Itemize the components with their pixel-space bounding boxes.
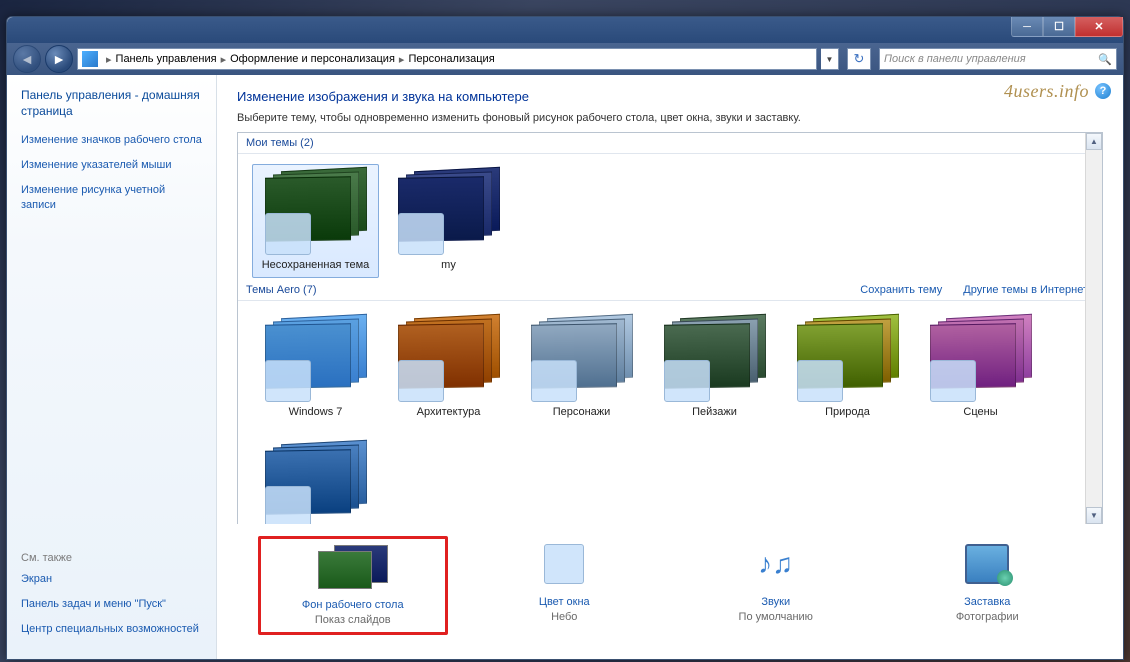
sidebar-link-desktop-icons[interactable]: Изменение значков рабочего стола <box>21 133 202 148</box>
overflow-row <box>238 427 1102 524</box>
close-button[interactable]: ✕ <box>1075 17 1123 37</box>
theme-label: Природа <box>825 406 870 418</box>
personalization-card[interactable]: Цвет окна Небо <box>469 536 659 635</box>
theme-thumbnail <box>261 442 371 524</box>
desktop-background-icon <box>318 545 388 589</box>
scrollbar[interactable]: ▲ ▼ <box>1085 133 1102 524</box>
theme-item[interactable] <box>252 437 379 524</box>
maximize-button[interactable]: ☐ <box>1043 17 1075 37</box>
card-title: Фон рабочего стола <box>302 599 404 611</box>
theme-label: Пейзажи <box>692 406 737 418</box>
my-themes-header: Мои темы (2) <box>238 133 1102 154</box>
explorer-window: ─ ☐ ✕ ◄ ► ▸ Панель управления ▸ Оформлен… <box>6 16 1124 660</box>
scroll-down-icon[interactable]: ▼ <box>1086 507 1102 524</box>
breadcrumb-leaf[interactable]: Персонализация <box>408 53 494 65</box>
back-button[interactable]: ◄ <box>13 45 41 73</box>
theme-item[interactable]: Windows 7 <box>252 311 379 425</box>
breadcrumb-root[interactable]: Панель управления <box>116 53 217 65</box>
theme-thumbnail <box>394 316 504 402</box>
watermark: 4users.info <box>1004 81 1089 102</box>
theme-thumbnail <box>926 316 1036 402</box>
help-icon[interactable]: ? <box>1095 83 1111 99</box>
screensaver-icon <box>965 544 1009 584</box>
theme-label: my <box>441 259 456 271</box>
theme-thumbnail <box>793 316 903 402</box>
aero-themes-header: Темы Aero (7) Сохранить тему Другие темы… <box>238 280 1102 301</box>
forward-button[interactable]: ► <box>45 45 73 73</box>
theme-item[interactable]: Архитектура <box>385 311 512 425</box>
sidebar-also-display[interactable]: Экран <box>21 572 202 587</box>
personalization-options: Фон рабочего стола Показ слайдов Цвет окна… <box>237 524 1103 635</box>
control-panel-icon <box>82 51 98 67</box>
theme-item[interactable]: Природа <box>784 311 911 425</box>
theme-thumbnail <box>660 316 770 402</box>
title-bar[interactable]: ─ ☐ ✕ <box>7 17 1123 43</box>
page-title: Изменение изображения и звука на компьют… <box>237 89 1103 104</box>
control-panel-home-link[interactable]: Панель управления - домашняя страница <box>21 87 202 119</box>
navigation-bar: ◄ ► ▸ Панель управления ▸ Оформление и п… <box>7 43 1123 75</box>
refresh-button[interactable]: ↻ <box>847 48 871 70</box>
personalization-card[interactable]: Заставка Фотографии <box>892 536 1082 635</box>
theme-label: Windows 7 <box>289 406 343 418</box>
theme-label: Сцены <box>963 406 997 418</box>
breadcrumb-separator: ▸ <box>106 53 112 66</box>
theme-item[interactable]: Персонажи <box>518 311 645 425</box>
aero-themes-row: Windows 7 Архитектура Персонажи Пейзажи Прир… <box>238 301 1102 427</box>
sidebar: Панель управления - домашняя страница Из… <box>7 75 217 659</box>
card-title: Заставка <box>964 596 1010 608</box>
save-theme-link[interactable]: Сохранить тему <box>860 284 942 296</box>
sounds-icon: ♪♫ <box>758 548 793 580</box>
sidebar-link-mouse-pointers[interactable]: Изменение указателей мыши <box>21 158 202 173</box>
theme-thumbnail <box>261 316 371 402</box>
minimize-button[interactable]: ─ <box>1011 17 1043 37</box>
theme-thumbnail <box>261 169 371 255</box>
personalization-card[interactable]: Фон рабочего стола Показ слайдов <box>258 536 448 635</box>
search-icon[interactable]: 🔍 <box>1098 53 1112 66</box>
card-subtitle: Показ слайдов <box>315 614 391 626</box>
theme-thumbnail <box>527 316 637 402</box>
personalization-card[interactable]: ♪♫ Звуки По умолчанию <box>681 536 871 635</box>
theme-label: Архитектура <box>417 406 481 418</box>
card-title: Звуки <box>761 596 790 608</box>
theme-label: Несохраненная тема <box>262 259 370 271</box>
breadcrumb-mid[interactable]: Оформление и персонализация <box>230 53 395 65</box>
see-also-label: См. также <box>21 552 202 564</box>
theme-thumbnail <box>394 169 504 255</box>
card-subtitle: Небо <box>551 611 577 623</box>
breadcrumb-separator: ▸ <box>221 53 227 66</box>
theme-actions: Сохранить тему Другие темы в Интернете <box>842 284 1094 296</box>
card-subtitle: По умолчанию <box>739 611 813 623</box>
theme-item[interactable]: Пейзажи <box>651 311 778 425</box>
sidebar-also-taskbar[interactable]: Панель задач и меню "Пуск" <box>21 597 202 612</box>
theme-item[interactable]: Несохраненная тема <box>252 164 379 278</box>
search-input[interactable]: Поиск в панели управления 🔍 <box>879 48 1117 70</box>
address-dropdown[interactable]: ▼ <box>821 48 839 70</box>
window-buttons: ─ ☐ ✕ <box>1011 17 1123 37</box>
theme-item[interactable]: my <box>385 164 512 278</box>
card-subtitle: Фотографии <box>956 611 1019 623</box>
page-description: Выберите тему, чтобы одновременно измени… <box>237 112 1103 124</box>
theme-label: Персонажи <box>553 406 611 418</box>
address-bar[interactable]: ▸ Панель управления ▸ Оформление и персо… <box>77 48 817 70</box>
scroll-up-icon[interactable]: ▲ <box>1086 133 1102 150</box>
window-body: Панель управления - домашняя страница Из… <box>7 75 1123 659</box>
card-title: Цвет окна <box>539 596 590 608</box>
my-themes-row: Несохраненная тема my <box>238 154 1102 280</box>
window-color-icon <box>544 544 584 584</box>
theme-item[interactable]: Сцены <box>917 311 1044 425</box>
themes-container: ▲ ▼ Мои темы (2) Несохраненная тема my Те… <box>237 132 1103 524</box>
search-placeholder: Поиск в панели управления <box>884 53 1026 65</box>
sidebar-link-account-picture[interactable]: Изменение рисунка учетной записи <box>21 183 202 213</box>
more-themes-link[interactable]: Другие темы в Интернете <box>963 284 1094 296</box>
sidebar-also-ease-of-access[interactable]: Центр специальных возможностей <box>21 622 202 637</box>
breadcrumb-separator: ▸ <box>399 53 405 66</box>
main-content: ? 4users.info Изменение изображения и зв… <box>217 75 1123 659</box>
